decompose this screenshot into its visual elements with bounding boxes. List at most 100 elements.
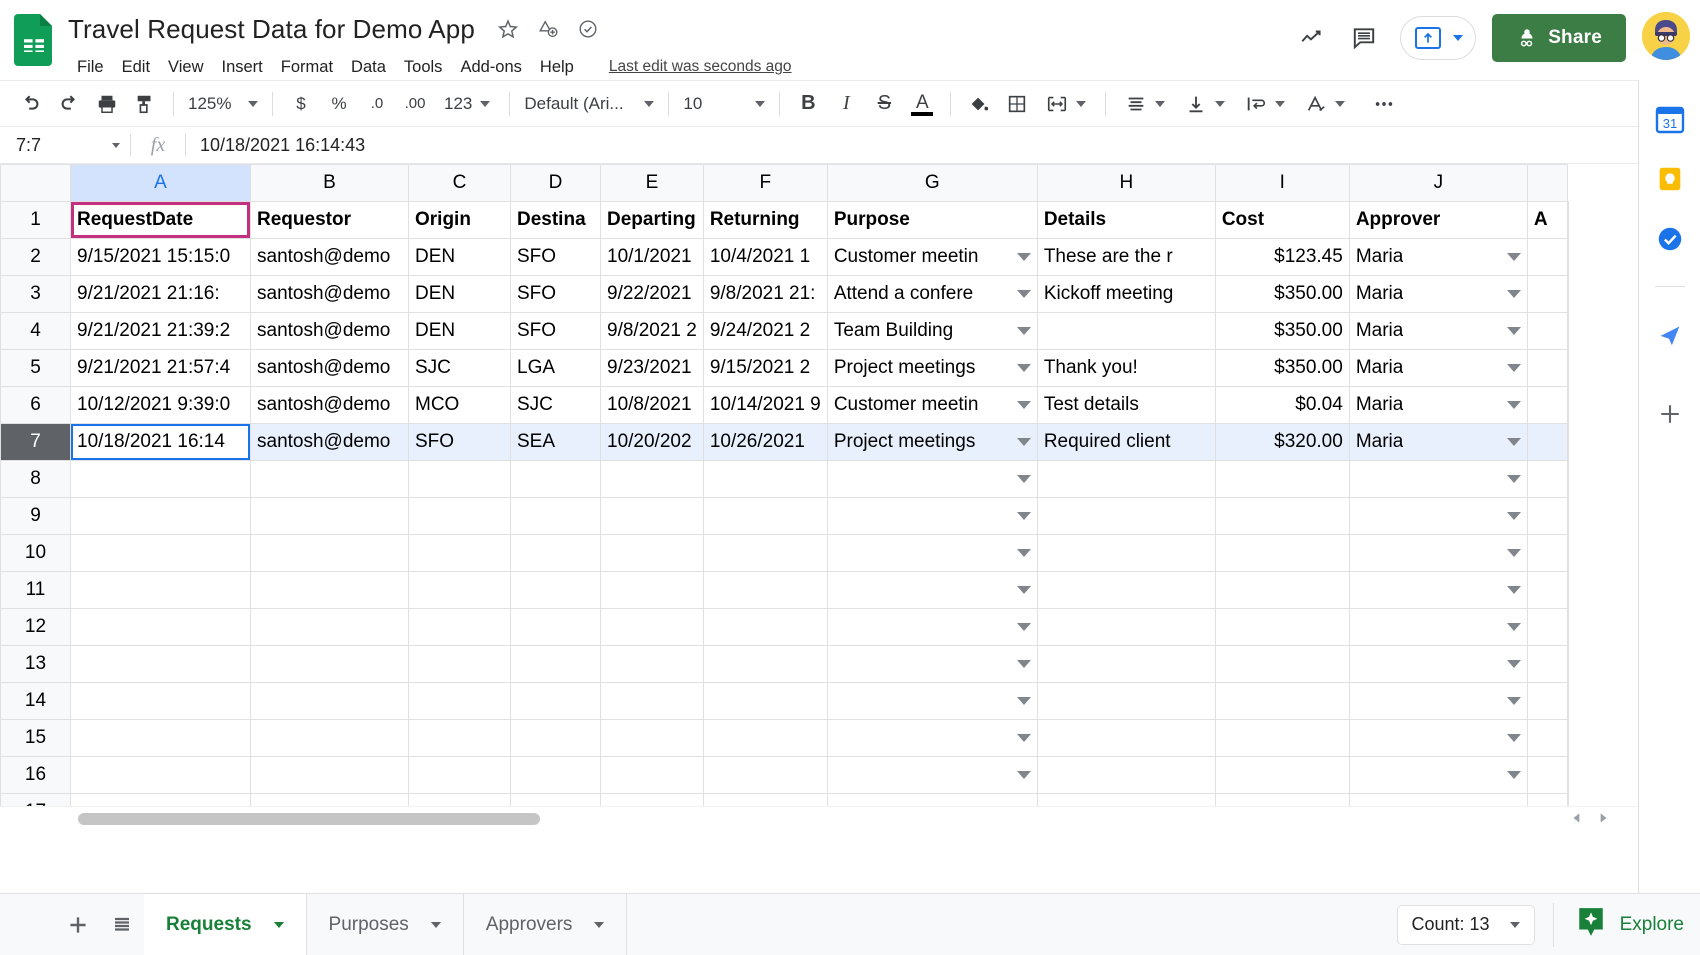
cell-dropdown-icon[interactable] — [1506, 771, 1521, 779]
row-header-14[interactable]: 14 — [0, 682, 71, 720]
cell-dropdown-icon[interactable] — [1506, 697, 1521, 705]
cell[interactable] — [510, 534, 601, 572]
cell[interactable] — [1036, 645, 1216, 683]
merge-cells-icon[interactable] — [1036, 85, 1096, 123]
cell[interactable] — [1348, 682, 1528, 720]
cell[interactable] — [1566, 460, 1569, 498]
cell[interactable] — [510, 645, 601, 683]
cell[interactable] — [702, 793, 828, 806]
cell-dropdown-icon[interactable] — [1016, 586, 1031, 594]
cell[interactable]: SJC — [510, 386, 601, 424]
cell[interactable]: Maria — [1348, 238, 1528, 276]
cell[interactable]: Customer meetin — [826, 238, 1038, 276]
cell[interactable] — [510, 719, 601, 757]
add-sheet-icon[interactable] — [56, 903, 100, 947]
cell[interactable] — [70, 571, 251, 609]
cell[interactable]: $350.00 — [1214, 349, 1350, 387]
cell[interactable] — [1566, 238, 1569, 276]
cell[interactable]: 10/1/2021 — [600, 238, 704, 276]
cell[interactable] — [70, 719, 251, 757]
cell[interactable]: 10/8/2021 — [600, 386, 704, 424]
cell[interactable] — [70, 497, 251, 535]
cell[interactable] — [1526, 682, 1568, 720]
cell[interactable] — [1348, 793, 1528, 806]
cell[interactable]: Returning — [702, 201, 828, 239]
cell[interactable]: SFO — [510, 275, 601, 313]
cell[interactable]: Origin — [408, 201, 511, 239]
cell[interactable] — [250, 534, 409, 572]
cell[interactable]: $123.45 — [1214, 238, 1350, 276]
cell[interactable] — [1348, 719, 1528, 757]
cell[interactable] — [408, 497, 511, 535]
cell[interactable] — [1526, 497, 1568, 535]
cell[interactable] — [1566, 201, 1569, 239]
row-header-17[interactable]: 17 — [0, 793, 71, 806]
cell[interactable] — [826, 682, 1038, 720]
font-selector[interactable]: Default (Ari... — [519, 85, 659, 123]
cell[interactable]: Maria — [1348, 386, 1528, 424]
cell[interactable] — [510, 608, 601, 646]
column-header-B[interactable]: B — [250, 164, 409, 202]
row-header-7[interactable]: 7 — [0, 423, 71, 461]
cell[interactable]: SFO — [408, 423, 511, 461]
cell[interactable] — [1566, 423, 1569, 461]
all-sheets-icon[interactable] — [100, 903, 144, 947]
cell[interactable] — [600, 608, 704, 646]
column-header-G[interactable]: G — [826, 164, 1038, 202]
cell[interactable] — [600, 719, 704, 757]
cell[interactable] — [826, 645, 1038, 683]
cell[interactable] — [70, 682, 251, 720]
cell[interactable]: 9/24/2021 2 — [702, 312, 828, 350]
cell[interactable]: SJC — [408, 349, 511, 387]
cell[interactable] — [1036, 497, 1216, 535]
cell[interactable] — [1214, 756, 1350, 794]
cell-dropdown-icon[interactable] — [1016, 623, 1031, 631]
cell[interactable] — [408, 645, 511, 683]
cell-dropdown-icon[interactable] — [1506, 290, 1521, 298]
cell[interactable] — [1348, 608, 1528, 646]
cell[interactable]: 9/23/2021 — [600, 349, 704, 387]
cell[interactable] — [826, 608, 1038, 646]
cell[interactable]: RequestDate — [70, 201, 251, 239]
cell[interactable] — [1348, 497, 1528, 535]
cell[interactable]: Team Building — [826, 312, 1038, 350]
cell[interactable] — [408, 682, 511, 720]
cell-dropdown-icon[interactable] — [1506, 660, 1521, 668]
cell[interactable]: Purpose — [826, 201, 1038, 239]
cell[interactable] — [702, 719, 828, 757]
count-summary[interactable]: Count: 13 — [1396, 904, 1535, 945]
cell[interactable] — [1526, 719, 1568, 757]
cell[interactable] — [1348, 460, 1528, 498]
cell[interactable] — [408, 608, 511, 646]
cell[interactable] — [1566, 682, 1569, 720]
increase-decimal-button[interactable]: .00 — [396, 85, 434, 123]
cell[interactable] — [1526, 275, 1568, 313]
column-header-E[interactable]: E — [600, 164, 704, 202]
cell[interactable] — [1214, 793, 1350, 806]
present-button[interactable] — [1400, 16, 1477, 60]
cell[interactable]: These are the r — [1036, 238, 1216, 276]
cell[interactable] — [510, 793, 601, 806]
cell[interactable] — [408, 460, 511, 498]
cell[interactable] — [1526, 608, 1568, 646]
cell-dropdown-icon[interactable] — [1506, 364, 1521, 372]
cell[interactable] — [1348, 534, 1528, 572]
row-header-15[interactable]: 15 — [0, 719, 71, 757]
document-title[interactable]: Travel Request Data for Demo App — [68, 14, 475, 45]
cell[interactable] — [510, 682, 601, 720]
cell[interactable] — [250, 645, 409, 683]
google-sheets-logo[interactable] — [14, 8, 54, 66]
cell[interactable]: SFO — [510, 312, 601, 350]
cell-dropdown-icon[interactable] — [1506, 327, 1521, 335]
cell-dropdown-icon[interactable] — [1016, 438, 1031, 446]
cell[interactable] — [1214, 719, 1350, 757]
cell[interactable]: Cost — [1214, 201, 1350, 239]
row-header-2[interactable]: 2 — [0, 238, 71, 276]
column-header-J[interactable]: J — [1348, 164, 1528, 202]
google-keep-icon[interactable] — [1653, 162, 1687, 196]
print-icon[interactable] — [88, 85, 126, 123]
grid-scroll-area[interactable]: A B C D E F G H I J 1 RequestDate Requesto… — [0, 164, 1678, 806]
cell[interactable] — [826, 534, 1038, 572]
cell[interactable]: $350.00 — [1214, 312, 1350, 350]
cell[interactable] — [600, 534, 704, 572]
